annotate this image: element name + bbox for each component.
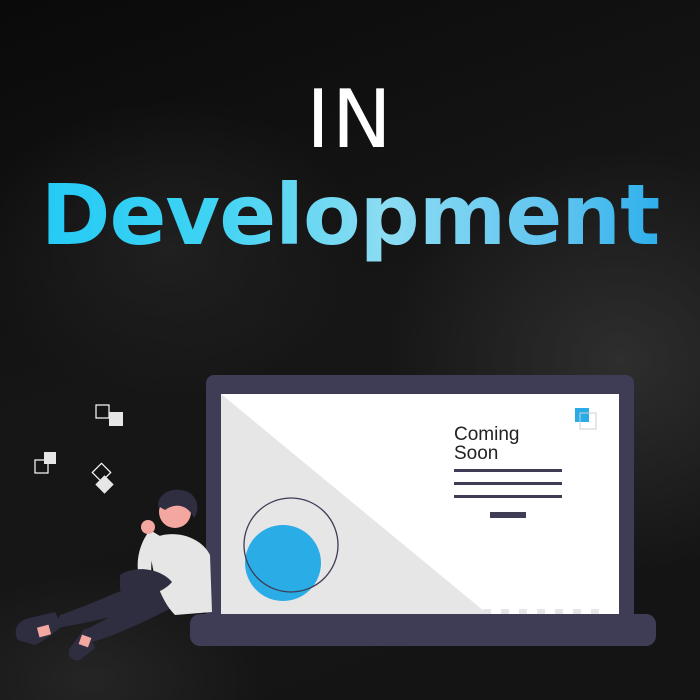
coming-soon-illustration [15,375,656,661]
text-line-button [490,512,526,518]
text-line [454,482,562,485]
promo-canvas: IN Development Coming Soon [0,0,700,700]
person-illustration [15,489,212,661]
coming-soon-text: Coming Soon [454,424,520,464]
screen-square-filled [575,408,589,422]
laptop-base [190,614,656,646]
text-line [454,495,562,498]
laptop-illustration [190,375,656,646]
text-line [454,469,562,472]
floating-squares-decoration [34,404,123,494]
blue-circle [245,525,321,601]
